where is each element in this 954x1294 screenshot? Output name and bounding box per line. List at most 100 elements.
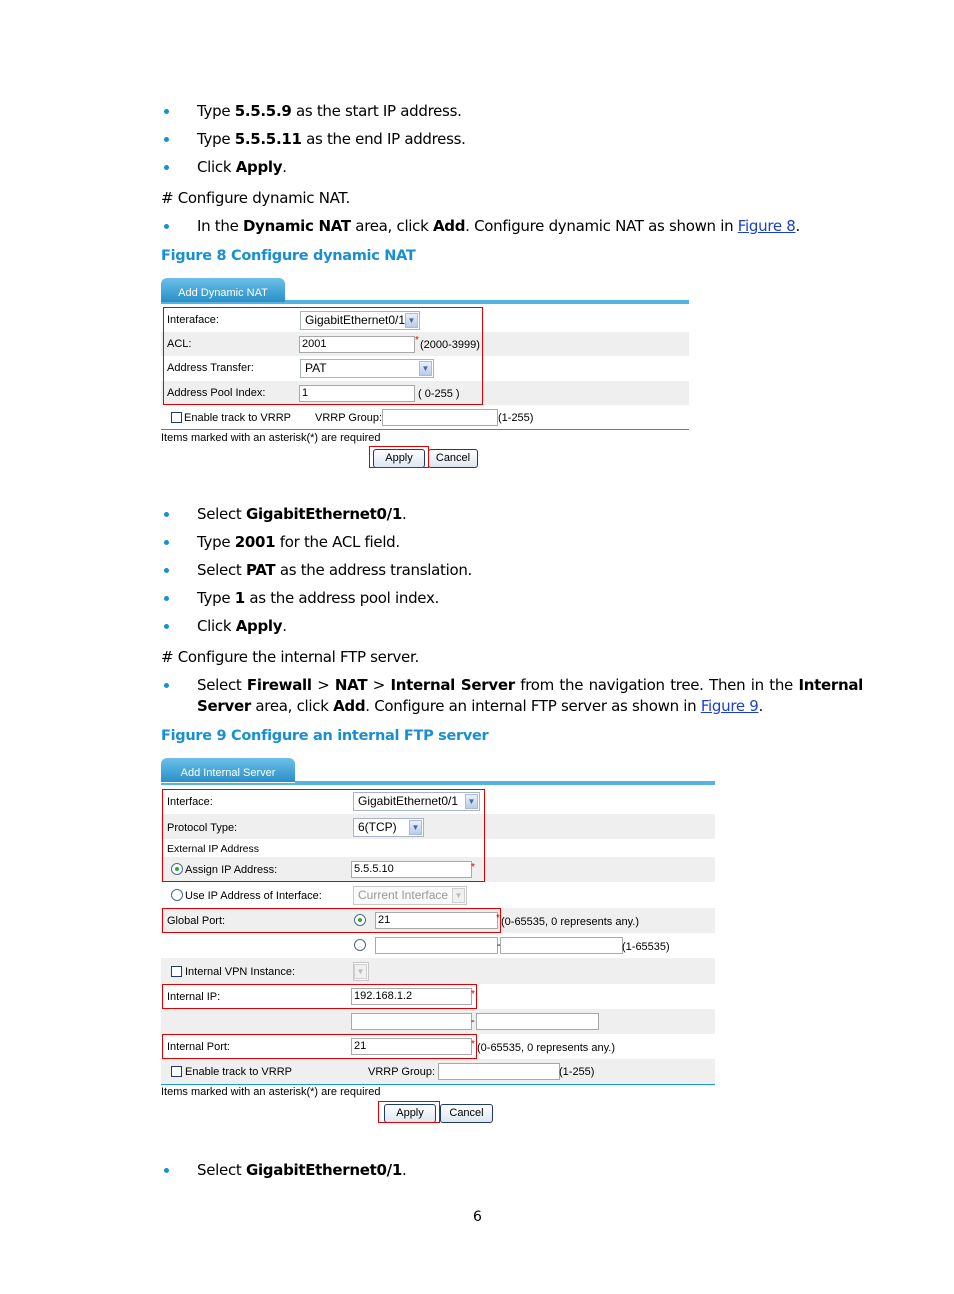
interface-label: Interface: [167, 796, 213, 808]
vrrp-group-label: VRRP Group: [315, 412, 383, 424]
step-start-ip: Type 5.5.5.9 as the start IP address. [197, 102, 462, 120]
global-range-hint: (1-65535) [622, 941, 670, 953]
use-interface-select[interactable]: Current Interface ▼ [353, 886, 467, 905]
vpn-checkbox[interactable] [171, 966, 182, 977]
acl-label: ACL: [167, 338, 192, 350]
use-interface-label: Use IP Address of Interface: [185, 890, 322, 902]
chevron-down-icon: ▼ [405, 313, 418, 328]
bullet-icon [164, 224, 169, 229]
pool-input[interactable]: 1 [299, 385, 415, 402]
vpn-label: Internal VPN Instance: [185, 966, 296, 978]
use-interface-radio[interactable] [171, 889, 183, 901]
internal-port-input[interactable]: 21 [351, 1038, 472, 1055]
chevron-down-icon: ▼ [452, 888, 465, 903]
global-port-end-input[interactable] [500, 937, 623, 954]
required-asterisk: * [471, 862, 475, 873]
figure8-caption: Figure 8 Configure dynamic NAT [161, 248, 416, 264]
step-type-pool: Type 1 as the address pool index. [197, 589, 440, 607]
bullet-icon [164, 568, 169, 573]
cancel-button[interactable]: Cancel [440, 1104, 493, 1123]
assign-ip-input[interactable]: 5.5.5.10 [351, 861, 472, 878]
chevron-down-icon: ▼ [465, 794, 478, 809]
chevron-down-icon: ▼ [419, 361, 432, 376]
acl-hint: (2000-3999) [420, 339, 480, 351]
internal-ip-range-end[interactable] [476, 1013, 599, 1030]
bullet-icon [164, 683, 169, 688]
step-type-acl: Type 2001 for the ACL field. [197, 533, 400, 551]
chevron-down-icon: ▼ [409, 820, 422, 835]
bullet-icon [164, 512, 169, 517]
bullet-icon [164, 596, 169, 601]
vrrp-label: Enable track to VRRP [185, 1066, 292, 1078]
vrrp-hint: (1-255) [559, 1066, 595, 1078]
chevron-down-icon: ▼ [354, 964, 367, 979]
bullet-icon [164, 540, 169, 545]
row-interface [161, 308, 689, 332]
figure9-caption: Figure 9 Configure an internal FTP serve… [161, 728, 489, 744]
step-ftp-line1: Select Firewall > NAT > Internal Server … [197, 676, 863, 694]
cancel-button[interactable]: Cancel [428, 449, 478, 468]
assign-ip-radio[interactable] [171, 863, 183, 875]
step-click-apply: Click Apply. [197, 158, 287, 176]
acl-input[interactable]: 2001 [299, 336, 415, 353]
step-dynamic-nat: In the Dynamic NAT area, click Add. Conf… [197, 217, 800, 235]
required-asterisk: * [471, 989, 475, 1000]
tab-add-internal-server[interactable]: Add Internal Server [161, 758, 295, 782]
vrrp-group-input[interactable] [438, 1063, 560, 1080]
global-port-range-radio[interactable] [354, 939, 366, 951]
external-ip-heading: External IP Address [167, 843, 260, 855]
header-bar-underline [161, 783, 715, 785]
apply-button[interactable]: Apply [384, 1104, 436, 1123]
vrrp-group-label: VRRP Group: [368, 1066, 436, 1078]
transfer-select[interactable]: PAT ▼ [300, 359, 434, 378]
bullet-icon [164, 109, 169, 114]
global-port-input[interactable]: 21 [375, 912, 498, 929]
global-port-single-radio[interactable] [354, 914, 366, 926]
pool-label: Address Pool Index: [167, 387, 266, 399]
vrrp-group-input[interactable] [382, 409, 498, 426]
divider [161, 1084, 715, 1085]
internal-port-label: Internal Port: [167, 1041, 230, 1053]
protocol-select[interactable]: 6(TCP) ▼ [353, 818, 424, 837]
step-select-pat: Select PAT as the address translation. [197, 561, 473, 579]
comment-dynamic-nat: # Configure dynamic NAT. [161, 189, 350, 207]
header-bar-underline [161, 302, 689, 304]
interface-select[interactable]: GigabitEthernet0/1 ▼ [353, 792, 480, 811]
internal-ip-range-start[interactable] [351, 1013, 472, 1030]
bullet-icon [164, 1168, 169, 1173]
assign-ip-label: Assign IP Address: [185, 864, 278, 876]
step-end-ip: Type 5.5.5.11 as the end IP address. [197, 130, 466, 148]
transfer-label: Address Transfer: [167, 362, 254, 374]
global-port-start-input[interactable] [375, 937, 498, 954]
tab-add-dynamic-nat[interactable]: Add Dynamic NAT [161, 278, 285, 302]
step-click-apply: Click Apply. [197, 617, 287, 635]
bullet-icon [164, 165, 169, 170]
step-ftp-line2: Server area, click Add. Configure an int… [197, 697, 763, 715]
vrrp-checkbox[interactable] [171, 1066, 182, 1077]
step-select-interface: Select GigabitEthernet0/1. [197, 505, 407, 523]
vrrp-checkbox[interactable] [171, 412, 182, 423]
global-port-hint: (0-65535, 0 represents any.) [501, 916, 639, 928]
vpn-select[interactable]: ▼ [353, 962, 369, 981]
interface-label: Interaface: [167, 314, 219, 326]
required-note: Items marked with an asterisk(*) are req… [161, 432, 381, 444]
figure8-link[interactable]: Figure 8 [738, 217, 796, 235]
bullet-icon [164, 624, 169, 629]
bullet-icon [164, 137, 169, 142]
protocol-label: Protocol Type: [167, 822, 238, 834]
figure9-link[interactable]: Figure 9 [701, 697, 759, 715]
step-select-interface: Select GigabitEthernet0/1. [197, 1161, 407, 1179]
apply-button[interactable]: Apply [373, 449, 425, 468]
internal-ip-label: Internal IP: [167, 991, 221, 1003]
pool-hint: ( 0-255 ) [418, 388, 460, 400]
comment-ftp-server: # Configure the internal FTP server. [161, 648, 419, 666]
interface-select[interactable]: GigabitEthernet0/1 ▼ [300, 311, 420, 330]
page-number: 6 [473, 1209, 482, 1225]
internal-ip-input[interactable]: 192.168.1.2 [351, 988, 472, 1005]
required-asterisk: * [496, 913, 500, 924]
required-asterisk: * [471, 1039, 475, 1050]
global-port-label: Global Port: [167, 915, 226, 927]
vrrp-hint: (1-255) [498, 412, 534, 424]
divider [161, 429, 689, 430]
range-dash: - [471, 1015, 475, 1027]
